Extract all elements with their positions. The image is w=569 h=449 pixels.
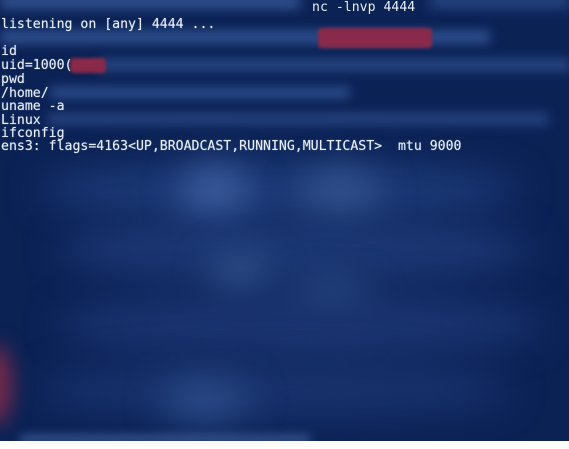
terminal-line-uname-cmd: uname -a <box>1 99 65 114</box>
redacted-uname-output <box>48 112 548 126</box>
redacted-uid-tail <box>100 58 569 72</box>
redacted-left-edge <box>0 345 12 425</box>
bottom-border <box>0 441 569 449</box>
terminal-window[interactable]: nc -lnvp 4444 listening on [any] 4444 ..… <box>0 0 569 441</box>
terminal-line-ens3: ens3: flags=4163<UP,BROADCAST,RUNNING,MU… <box>1 139 462 154</box>
redacted-uid-mark <box>70 58 106 73</box>
command-text: nc -lnvp 4444 <box>312 0 416 15</box>
redacted-ifconfig-output-3 <box>300 170 380 220</box>
redacted-ifconfig-output-5 <box>210 255 270 295</box>
redacted-header-left <box>0 0 300 8</box>
redacted-ifconfig-output-1 <box>40 160 520 220</box>
terminal-line-id: id <box>1 44 17 59</box>
redacted-home-path <box>50 86 350 99</box>
redacted-ifconfig-output-9 <box>160 380 250 420</box>
terminal-line-uid: uid=1000( <box>1 58 73 73</box>
redacted-title-mark <box>318 28 432 48</box>
redacted-header-right <box>430 0 569 8</box>
terminal-line-pwd: pwd <box>1 72 25 87</box>
redacted-ifconfig-output-8 <box>40 360 510 420</box>
redacted-ifconfig-output-7 <box>60 290 540 360</box>
terminal-line-listening: listening on [any] 4444 ... <box>1 17 216 32</box>
redacted-ifconfig-output-4 <box>60 215 530 285</box>
